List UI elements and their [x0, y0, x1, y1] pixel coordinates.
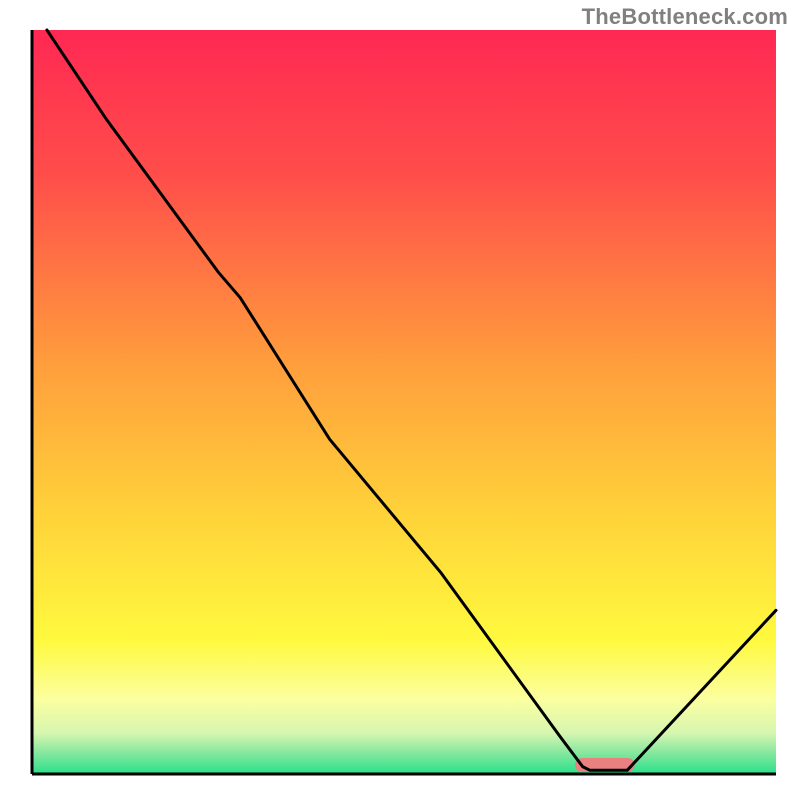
watermark-text: TheBottleneck.com: [582, 4, 788, 30]
chart-stage: TheBottleneck.com: [0, 0, 800, 800]
gradient-background: [32, 30, 776, 774]
bottleneck-chart: [0, 0, 800, 800]
